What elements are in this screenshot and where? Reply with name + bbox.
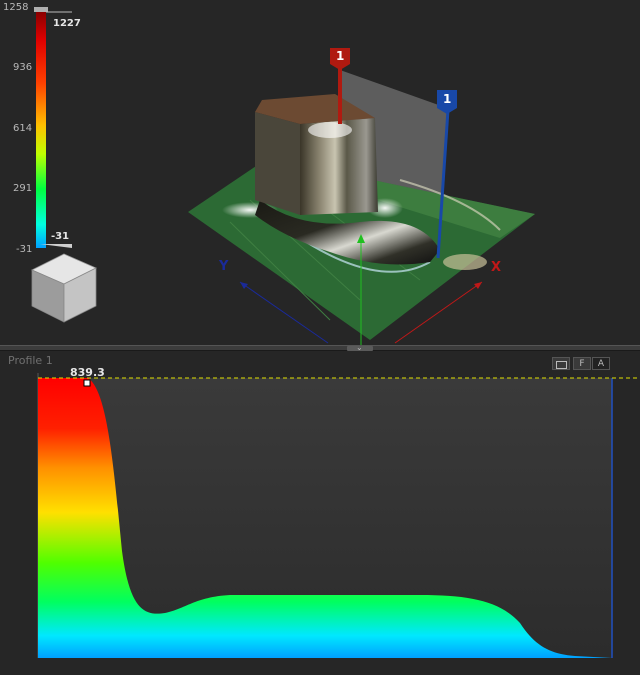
scale-tick-label: 1258 [3,2,29,13]
profile-peak-marker[interactable] [83,379,91,387]
scale-max-marker-label: 1227 [53,18,81,29]
profile-peak-label: 839.3 [70,366,105,379]
3d-viewport[interactable]: 1258 936 614 291 -31 1227 -31 1 1 X Y [0,0,640,345]
scale-tick-label: 291 [13,183,33,194]
navigation-cube-icon[interactable] [31,253,97,323]
y-axis-label: Y [219,259,229,274]
marker-red-label[interactable]: 1 [336,49,344,63]
3d-scene[interactable] [0,0,640,345]
y-axis-arrow [240,282,248,289]
surface-box-side [255,112,300,215]
scale-tick-label: 614 [13,123,33,134]
marker-blue-label[interactable]: 1 [443,92,451,106]
surface-highlight [308,122,352,138]
x-axis-arrow [474,282,482,289]
color-scale-bar [36,12,46,248]
surface-highlight [443,254,487,270]
scale-min-marker-label: -31 [51,231,70,242]
scale-tick-label: -31 [16,244,33,255]
x-axis-label: X [491,260,502,275]
profile-chart[interactable] [0,351,640,675]
scale-tick-label: 936 [13,62,33,73]
profile-panel[interactable]: Profile 1 F A 839.3 [0,351,640,675]
scale-max-handle[interactable] [34,7,48,12]
